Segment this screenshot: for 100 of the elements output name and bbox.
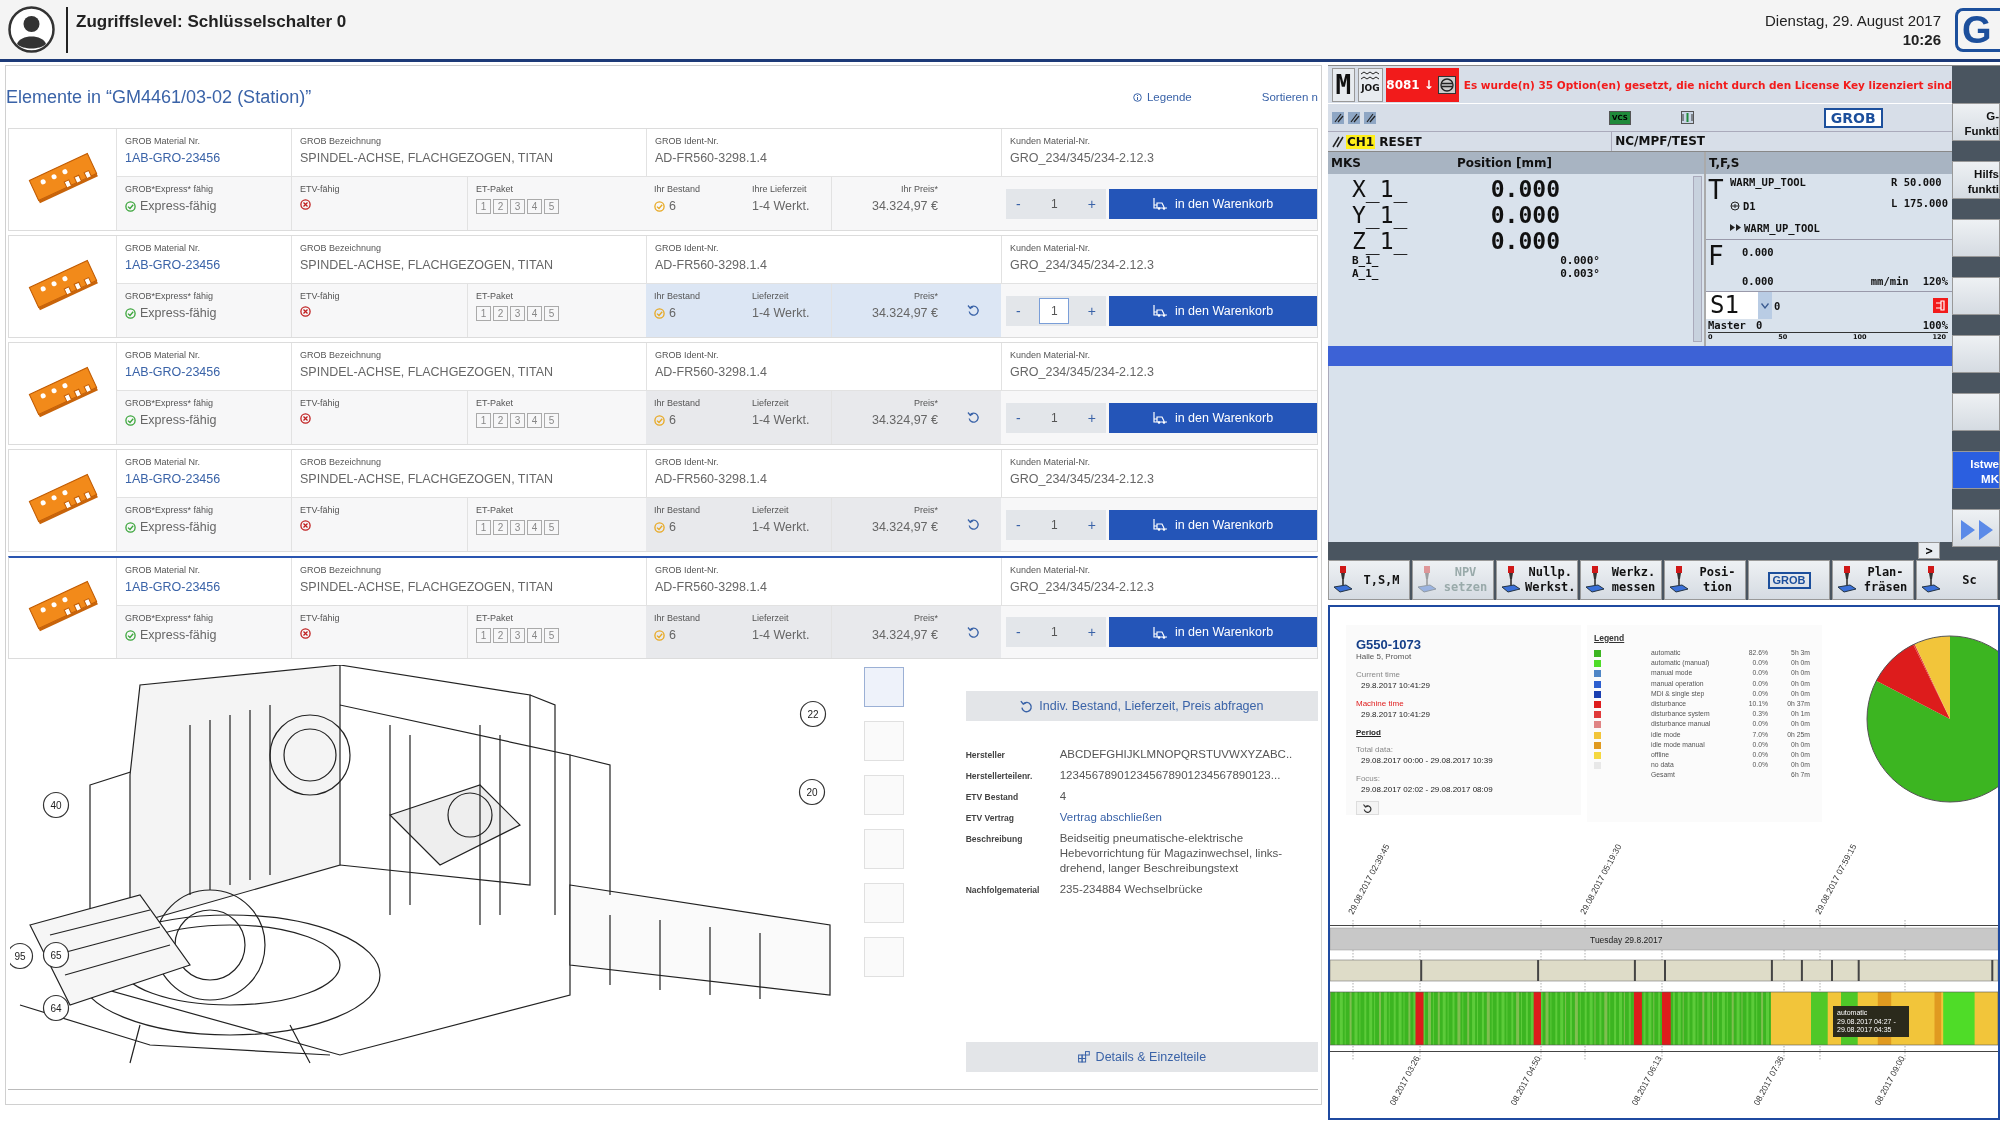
package-number[interactable]: 2 (493, 199, 508, 214)
spindle-dropdown[interactable] (1758, 292, 1772, 319)
side-softkey[interactable]: Hilfs funkti (1952, 161, 2000, 199)
softkey[interactable]: T,S,M (1328, 560, 1410, 600)
softkey[interactable]: Sc (1916, 560, 1998, 600)
package-number[interactable]: 5 (544, 413, 559, 428)
material-number-link[interactable]: 1AB-GRO-23456 (125, 151, 283, 165)
package-number[interactable]: 4 (527, 306, 542, 321)
side-softkey[interactable] (1952, 335, 2000, 373)
product-row[interactable] (8, 556, 1318, 659)
minus-button[interactable]: - (1011, 195, 1026, 212)
package-number[interactable]: 1 (476, 306, 491, 321)
callout: 64 (42, 994, 70, 1022)
feed-override: 120% (1922, 274, 1948, 289)
jog-key[interactable]: JOG (1357, 68, 1384, 102)
scrollbar[interactable] (1693, 176, 1702, 342)
package-number[interactable]: 1 (476, 413, 491, 428)
field-value: 123456789012345678901234567890123... (1059, 767, 1281, 783)
contract-link[interactable]: Vertrag abschließen (1059, 809, 1162, 825)
field-label: Ihr Bestand (654, 184, 702, 194)
feed-unit: mm/min (1869, 274, 1910, 289)
package-number[interactable]: 3 (510, 628, 525, 643)
package-number[interactable]: 1 (476, 520, 491, 535)
softkey[interactable]: Posi- tion (1664, 560, 1746, 600)
add-to-cart-button[interactable]: in den Warenkorb (1109, 402, 1317, 433)
side-softkey[interactable]: G- Funkti (1952, 103, 2000, 141)
add-to-cart-button[interactable]: in den Warenkorb (1109, 617, 1317, 647)
tool-icon (1668, 565, 1690, 595)
side-softkey[interactable]: Istwe MK (1952, 451, 2000, 489)
package-number[interactable]: 1 (476, 199, 491, 214)
legend-link[interactable]: Legende (1132, 91, 1192, 103)
material-number-link[interactable]: 1AB-GRO-23456 (125, 365, 283, 379)
field-value: ABCDEFGHIJKLMNOPQRSTUVWXYZABC.. (1059, 747, 1293, 762)
sort-link[interactable]: Sortieren n (1261, 91, 1318, 103)
callout: 40 (42, 791, 70, 819)
refresh-icon[interactable] (967, 411, 980, 424)
thumbnail[interactable] (864, 667, 904, 707)
field-label: ET-Paket (476, 184, 514, 194)
side-softkey[interactable] (1952, 509, 2000, 547)
refresh-icon[interactable] (967, 625, 980, 639)
package-number[interactable]: 2 (493, 306, 508, 321)
package-number[interactable]: 3 (510, 306, 525, 321)
package-number[interactable]: 4 (527, 199, 542, 214)
slash-mode-icon[interactable] (1364, 111, 1376, 124)
mode-key[interactable]: M (1332, 68, 1355, 102)
master-value: 0 (1755, 319, 1763, 332)
refresh-icon[interactable] (967, 304, 980, 317)
package-number[interactable]: 5 (544, 628, 559, 643)
slash-mode-icon[interactable] (1332, 111, 1344, 124)
side-softkey[interactable] (1952, 393, 2000, 431)
info-label: Total data: (1356, 745, 1394, 754)
quantity-stepper[interactable]: - 1 + (1006, 295, 1106, 326)
package-number[interactable]: 5 (544, 199, 559, 214)
details-button[interactable]: Details & Einzelteile (965, 1042, 1318, 1072)
quantity-stepper[interactable]: - 1 + (1006, 617, 1106, 647)
query-button[interactable]: Indiv. Bestand, Lieferzeit, Preis abfragen (965, 691, 1318, 721)
package-number[interactable]: 5 (544, 520, 559, 535)
package-number[interactable]: 4 (527, 413, 542, 428)
minus-button[interactable]: - (1011, 516, 1026, 533)
package-number[interactable]: 2 (493, 628, 508, 643)
add-to-cart-button[interactable]: in den Warenkorb (1109, 509, 1317, 540)
side-softkey[interactable] (1952, 277, 2000, 315)
quantity-stepper[interactable]: - 1 + (1006, 188, 1106, 219)
field-label: GROB Material Nr. (125, 457, 201, 467)
package-number[interactable]: 3 (510, 413, 525, 428)
minus-button[interactable]: - (1011, 409, 1026, 426)
slash-mode-icon[interactable] (1348, 111, 1360, 124)
plus-button[interactable]: + (1082, 302, 1101, 319)
package-number[interactable]: 3 (510, 520, 525, 535)
side-softkey[interactable] (1952, 219, 2000, 257)
refresh-button[interactable] (1356, 801, 1379, 815)
add-to-cart-button[interactable]: in den Warenkorb (1109, 188, 1317, 219)
minus-button[interactable]: - (1011, 302, 1026, 319)
refresh-icon[interactable] (967, 518, 980, 531)
add-to-cart-button[interactable]: in den Warenkorb (1109, 295, 1317, 326)
package-number[interactable]: 2 (493, 413, 508, 428)
price-value: 34.324,97 € (871, 199, 938, 213)
softkey[interactable]: Werkz. messen (1580, 560, 1662, 600)
package-number[interactable]: 3 (510, 199, 525, 214)
quantity-field[interactable]: 1 (1039, 297, 1070, 324)
quantity-stepper[interactable]: - 1 + (1006, 402, 1106, 433)
plus-button[interactable]: + (1082, 516, 1101, 533)
material-number-link[interactable]: 1AB-GRO-23456 (125, 580, 283, 594)
plus-button[interactable]: + (1082, 195, 1101, 212)
softkey[interactable]: Nullp. Werkst. (1496, 560, 1578, 600)
plus-button[interactable]: + (1082, 409, 1101, 426)
package-number[interactable]: 4 (527, 628, 542, 643)
quantity-stepper[interactable]: - 1 + (1006, 509, 1106, 540)
plus-button[interactable]: + (1082, 624, 1101, 640)
material-number-link[interactable]: 1AB-GRO-23456 (125, 472, 283, 486)
package-number[interactable]: 1 (476, 628, 491, 643)
package-number[interactable]: 5 (544, 306, 559, 321)
softkey[interactable]: Plan- fräsen (1832, 560, 1914, 600)
package-number[interactable]: 4 (527, 520, 542, 535)
material-number-link[interactable]: 1AB-GRO-23456 (125, 258, 283, 272)
package-number[interactable]: 2 (493, 520, 508, 535)
more-button[interactable]: > (1918, 542, 1940, 559)
field-label: GROB Material Nr. (125, 350, 201, 360)
softkey[interactable]: GROB (1748, 560, 1830, 600)
minus-button[interactable]: - (1011, 624, 1026, 640)
